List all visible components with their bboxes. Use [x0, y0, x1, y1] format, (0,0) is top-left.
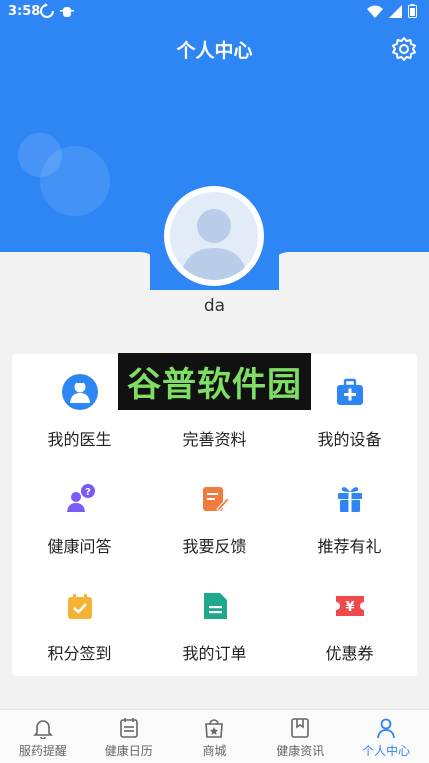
menu-item-label: 优惠券 [325, 644, 374, 663]
menu-item-label: 推荐有礼 [317, 537, 382, 556]
doctor-icon [61, 374, 98, 410]
tab-label: 服药提醒 [18, 744, 67, 758]
tab-label: 健康资讯 [276, 744, 325, 758]
shop-icon [205, 719, 224, 738]
debug-icon [60, 7, 74, 17]
tab-personal-center[interactable]: 个人中心 [343, 710, 429, 763]
default-avatar-icon [180, 209, 248, 280]
signal-icon [389, 4, 402, 18]
menu-item-health-qa[interactable]: ? 健康问答 [12, 461, 147, 568]
status-bar: 3:58 [0, 0, 429, 24]
menu-item-referral-gift[interactable]: 推荐有礼 [282, 461, 417, 568]
menu-item-label: 我的设备 [317, 430, 382, 449]
username: da [203, 296, 226, 316]
bell-icon [32, 720, 53, 739]
watermark-logo: 谷普软件园 [118, 353, 311, 410]
menu-item-label: 我的医生 [47, 430, 112, 449]
tab-shop[interactable]: 商城 [172, 710, 258, 763]
watermark-text: 谷普软件园 [127, 365, 302, 405]
qa-icon: ? [66, 484, 95, 512]
person-icon [377, 718, 395, 739]
menu-item-feedback[interactable]: 我要反馈 [147, 461, 282, 568]
sync-icon [40, 3, 54, 18]
menu-item-label: 我的订单 [182, 644, 247, 663]
menu-item-label: 积分签到 [47, 644, 112, 663]
calendar-icon [119, 718, 138, 738]
tab-label: 商城 [202, 744, 227, 758]
bookmark-icon [291, 718, 310, 738]
tab-health-calendar[interactable]: 健康日历 [86, 710, 172, 763]
battery-icon [408, 4, 417, 18]
settings-gear-icon[interactable] [391, 36, 417, 62]
menu-item-coupons[interactable]: ¥ 优惠券 [282, 568, 417, 675]
coupon-icon: ¥ [335, 596, 364, 616]
tab-label: 健康日历 [104, 744, 153, 758]
svg-text:?: ? [85, 487, 91, 498]
wifi-icon [367, 5, 383, 18]
menu-item-label: 完善资料 [182, 430, 247, 449]
svg-text:¥: ¥ [345, 600, 354, 615]
menu-item-label: 我要反馈 [182, 537, 247, 556]
bottom-tab-bar: 服药提醒 健康日历 商城 健康资讯 个人中心 [0, 709, 429, 763]
medical-kit-icon [336, 378, 363, 405]
status-time: 3:58 [8, 4, 41, 19]
decor-bubble [40, 146, 110, 216]
menu-item-points-checkin[interactable]: 积分签到 [12, 568, 147, 675]
checkin-icon [67, 594, 92, 619]
page-title: 个人中心 [176, 40, 253, 62]
avatar[interactable] [164, 186, 264, 286]
tab-health-news[interactable]: 健康资讯 [257, 710, 343, 763]
tab-label: 个人中心 [362, 744, 411, 758]
order-icon [203, 593, 227, 619]
feedback-icon [202, 487, 230, 512]
menu-item-my-orders[interactable]: 我的订单 [147, 568, 282, 675]
tab-medication-reminder[interactable]: 服药提醒 [0, 710, 86, 763]
gift-icon [337, 487, 362, 512]
menu-item-label: 健康问答 [47, 537, 112, 556]
